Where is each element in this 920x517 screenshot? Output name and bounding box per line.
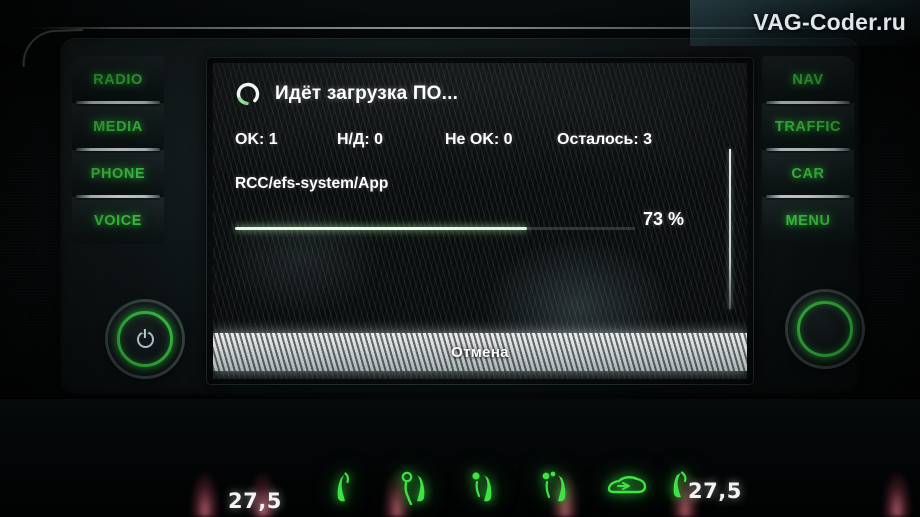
traffic-button[interactable]: TRAFFIC [762, 101, 854, 150]
car-button[interactable]: CAR [762, 148, 854, 197]
traffic-button-label: TRAFFIC [774, 118, 842, 135]
airflow-feet-left-icon[interactable] [332, 471, 356, 505]
progress-bar-fill [235, 227, 527, 230]
screen-bezel: Идёт загрузка ПО... OK: 1 Н/Д: 0 Не OK: … [206, 57, 754, 385]
current-module-path: RCC/efs-system/App [235, 175, 389, 192]
page-title: Идёт загрузка ПО... [275, 83, 459, 104]
status-counters: OK: 1 Н/Д: 0 Не OK: 0 Осталось: 3 [235, 131, 727, 149]
nav-button-label: NAV [792, 71, 824, 88]
progress-row: 73 % [235, 207, 727, 237]
radio-button-label: RADIO [93, 71, 143, 88]
airflow-body-feet-left-icon[interactable] [400, 471, 430, 505]
screen-title-row: Идёт загрузка ПО... [235, 81, 727, 107]
airflow-body-center-icon[interactable] [470, 471, 496, 505]
phone-button-label: PHONE [90, 165, 146, 182]
voice-button[interactable]: VOICE [72, 195, 164, 244]
left-button-column: RADIO MEDIA PHONE VOICE [72, 56, 164, 244]
media-button[interactable]: MEDIA [72, 101, 164, 150]
loading-spinner-icon [235, 81, 261, 107]
screen-content: Идёт загрузка ПО... OK: 1 Н/Д: 0 Не OK: … [213, 63, 747, 237]
air-recirculation-icon[interactable] [605, 473, 649, 497]
status-ok: OK: 1 [235, 131, 278, 148]
power-icon [136, 330, 154, 348]
status-remaining: Осталось: 3 [557, 131, 652, 148]
status-not-ok: Не OK: 0 [445, 131, 513, 148]
nav-button[interactable]: NAV [762, 56, 854, 103]
power-volume-knob[interactable] [108, 302, 182, 376]
progress-bar-track [235, 227, 635, 230]
dashboard-screenshot: RADIO MEDIA PHONE VOICE NAV TRAFFIC CAR … [0, 0, 920, 517]
menu-button[interactable]: MENU [762, 195, 854, 244]
scroll-indicator[interactable] [729, 149, 731, 309]
voice-button-label: VOICE [93, 212, 143, 229]
media-button-label: MEDIA [93, 118, 143, 135]
right-button-column: NAV TRAFFIC CAR MENU [762, 56, 854, 244]
tune-knob[interactable] [788, 292, 862, 366]
phone-button[interactable]: PHONE [72, 148, 164, 197]
infotainment-screen[interactable]: Идёт загрузка ПО... OK: 1 Н/Д: 0 Не OK: … [213, 63, 747, 379]
climate-items: 27,5 27,5 [0, 459, 920, 513]
left-temperature-display[interactable]: 27,5 [228, 489, 282, 513]
airflow-body-right-icon[interactable] [540, 471, 570, 505]
cancel-button[interactable]: Отмена [213, 333, 747, 371]
radio-button[interactable]: RADIO [72, 56, 164, 103]
status-na: Н/Д: 0 [337, 131, 384, 148]
cancel-button-label: Отмена [451, 343, 509, 361]
progress-percent-label: 73 % [643, 209, 685, 229]
site-watermark: VAG-Coder.ru [753, 9, 906, 35]
right-temperature-display[interactable]: 27,5 [688, 479, 742, 503]
car-button-label: CAR [791, 165, 825, 182]
menu-button-label: MENU [785, 212, 831, 229]
